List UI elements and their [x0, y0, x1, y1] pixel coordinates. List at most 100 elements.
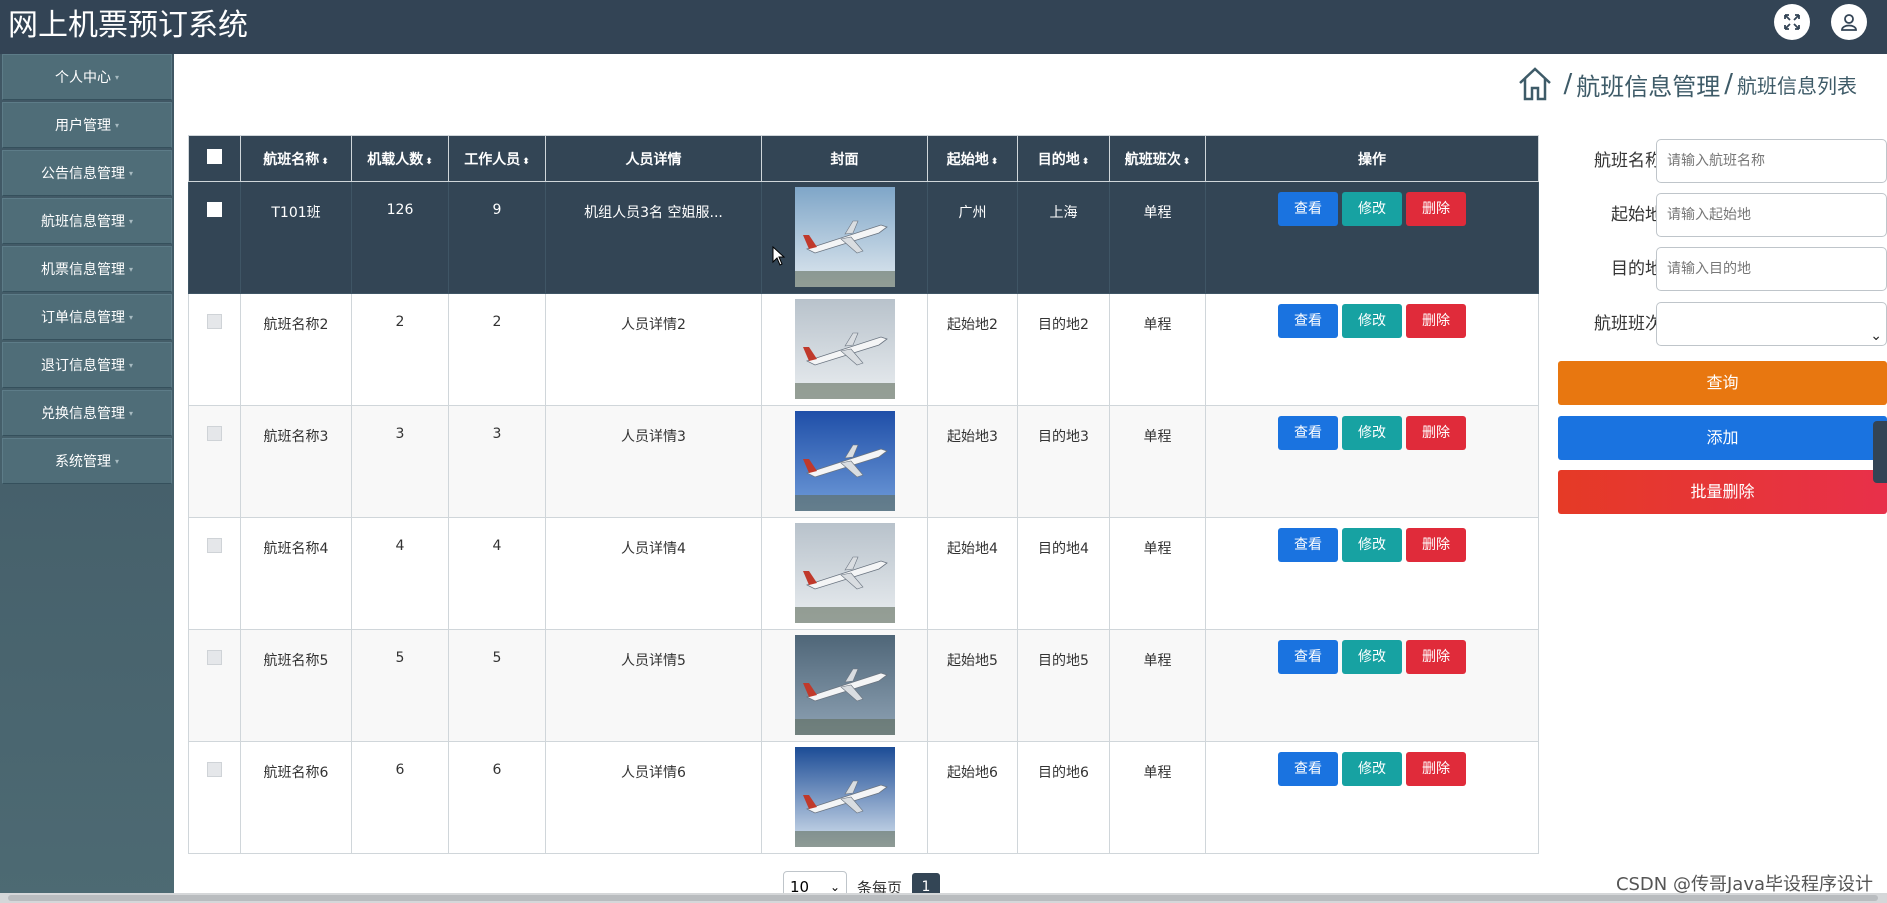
row-checkbox[interactable] [207, 650, 222, 665]
trip-cell: 单程 [1109, 293, 1206, 406]
breadcrumb-section[interactable]: 航班信息管理 [1576, 67, 1720, 102]
sidebar-item-notices[interactable]: 公告信息管理 ▾ [2, 150, 172, 196]
delete-button[interactable]: 删除 [1406, 752, 1466, 786]
edit-button[interactable]: 修改 [1342, 192, 1402, 226]
edit-button[interactable]: 修改 [1342, 304, 1402, 338]
horizontal-scrollbar[interactable] [0, 893, 1887, 903]
sidebar-item-refunds[interactable]: 退订信息管理 ▾ [2, 342, 172, 388]
origin-input[interactable]: 请输入起始地 [1656, 193, 1887, 237]
add-button[interactable]: 添加 [1558, 416, 1887, 460]
sidebar-item-orders[interactable]: 订单信息管理 ▾ [2, 294, 172, 340]
table-row[interactable]: 航班名称3 3 3 人员详情3 起始地3 目的地3 单程 查看 修改 删除 [188, 405, 1539, 518]
destination-label: 目的地 [1611, 259, 1662, 279]
destination-cell: 目的地4 [1017, 517, 1110, 630]
breadcrumb: / 航班信息管理 / 航班信息列表 [1517, 66, 1857, 102]
row-select-cell [188, 741, 241, 854]
row-checkbox[interactable] [207, 314, 222, 329]
view-button[interactable]: 查看 [1278, 640, 1338, 674]
view-button[interactable]: 查看 [1278, 192, 1338, 226]
staff-cell: 5 [448, 629, 546, 742]
detail-cell: 人员详情6 [545, 741, 762, 854]
capacity-cell: 6 [351, 741, 449, 854]
fullscreen-button[interactable] [1774, 4, 1810, 40]
home-icon[interactable] [1517, 66, 1553, 102]
origin-cell: 起始地5 [927, 629, 1018, 742]
chevron-down-icon: ▾ [128, 360, 133, 370]
destination-cell: 目的地6 [1017, 741, 1110, 854]
sidebar-item-label: 公告信息管理 [40, 166, 125, 182]
breadcrumb-current-page: 航班信息列表 [1737, 73, 1857, 98]
column-header-origin[interactable]: 起始地 ⬍ [927, 135, 1018, 182]
delete-button[interactable]: 删除 [1406, 640, 1466, 674]
row-select-cell [188, 181, 241, 294]
flight-name-input[interactable]: 请输入航班名称 [1656, 139, 1887, 183]
row-checkbox[interactable] [207, 538, 222, 553]
plane-image[interactable] [794, 299, 895, 399]
table-row[interactable]: T101班 126 9 机组人员3名 空姐服... 广州 上海 单程 查看 修改 删除 [188, 181, 1539, 294]
column-header-flight-name[interactable]: 航班名称 ⬍ [240, 135, 352, 182]
row-checkbox[interactable] [207, 762, 222, 777]
view-button[interactable]: 查看 [1278, 752, 1338, 786]
sidebar: 个人中心 ▾ 用户管理 ▾ 公告信息管理 ▾ 航班信息管理 ▾ 机票信息管理 ▾ 订单信息… [0, 54, 174, 903]
sidebar-item-personal-center[interactable]: 个人中心 ▾ [2, 54, 172, 100]
flight-table: 航班名称 ⬍ 机载人数 ⬍ 工作人员 ⬍ 人员详情 封面 起始地 ⬍ 目的地 ⬍ 航班班次… [188, 135, 1539, 854]
user-button[interactable] [1831, 4, 1867, 40]
delete-button[interactable]: 删除 [1406, 416, 1466, 450]
table-row[interactable]: 航班名称2 2 2 人员详情2 起始地2 目的地2 单程 查看 修改 删除 [188, 293, 1539, 406]
sidebar-item-label: 兑换信息管理 [40, 406, 125, 422]
plane-image[interactable] [794, 523, 895, 623]
actions-cell: 查看 修改 删除 [1205, 517, 1539, 630]
trip-select[interactable]: ⌄ [1656, 302, 1887, 346]
column-header-cover: 封面 [761, 135, 928, 182]
delete-button[interactable]: 删除 [1406, 304, 1466, 338]
plane-image[interactable] [794, 747, 895, 847]
row-checkbox[interactable] [207, 426, 222, 441]
actions-cell: 查看 修改 删除 [1205, 405, 1539, 518]
sidebar-item-exchanges[interactable]: 兑换信息管理 ▾ [2, 390, 172, 436]
sidebar-item-tickets[interactable]: 机票信息管理 ▾ [2, 246, 172, 292]
plane-image[interactable] [794, 411, 895, 511]
column-header-trip[interactable]: 航班班次 ⬍ [1109, 135, 1206, 182]
destination-cell: 目的地2 [1017, 293, 1110, 406]
sidebar-item-system[interactable]: 系统管理 ▾ [2, 438, 172, 484]
mouse-cursor-icon [772, 246, 786, 266]
column-header-staff[interactable]: 工作人员 ⬍ [448, 135, 546, 182]
side-drawer-tab[interactable] [1873, 421, 1887, 483]
detail-cell: 人员详情5 [545, 629, 762, 742]
edit-button[interactable]: 修改 [1342, 640, 1402, 674]
table-row[interactable]: 航班名称4 4 4 人员详情4 起始地4 目的地4 单程 查看 修改 删除 [188, 517, 1539, 630]
flight-name-cell: 航班名称3 [240, 405, 352, 518]
cover-cell [761, 293, 928, 406]
chevron-down-icon: ▾ [128, 408, 133, 418]
origin-label: 起始地 [1611, 205, 1662, 225]
sidebar-item-flights[interactable]: 航班信息管理 ▾ [2, 198, 172, 244]
row-select-cell [188, 405, 241, 518]
table-row[interactable]: 航班名称6 6 6 人员详情6 起始地6 目的地6 单程 查看 修改 删除 [188, 741, 1539, 854]
view-button[interactable]: 查看 [1278, 528, 1338, 562]
delete-button[interactable]: 删除 [1406, 192, 1466, 226]
query-button[interactable]: 查询 [1558, 361, 1887, 405]
delete-button[interactable]: 删除 [1406, 528, 1466, 562]
capacity-cell: 126 [351, 181, 449, 294]
plane-image[interactable] [794, 187, 895, 287]
destination-input[interactable]: 请输入目的地 [1656, 247, 1887, 291]
column-header-detail: 人员详情 [545, 135, 762, 182]
scrollbar-thumb[interactable] [8, 895, 1878, 901]
sidebar-item-users[interactable]: 用户管理 ▾ [2, 102, 172, 148]
select-all-checkbox[interactable] [207, 149, 222, 164]
plane-image[interactable] [794, 635, 895, 735]
edit-button[interactable]: 修改 [1342, 416, 1402, 450]
table-row[interactable]: 航班名称5 5 5 人员详情5 起始地5 目的地5 单程 查看 修改 删除 [188, 629, 1539, 742]
row-checkbox[interactable] [207, 202, 222, 217]
batch-delete-button[interactable]: 批量删除 [1558, 470, 1887, 514]
column-header-destination[interactable]: 目的地 ⬍ [1017, 135, 1110, 182]
edit-button[interactable]: 修改 [1342, 528, 1402, 562]
origin-cell: 起始地2 [927, 293, 1018, 406]
user-icon [1841, 14, 1857, 31]
edit-button[interactable]: 修改 [1342, 752, 1402, 786]
view-button[interactable]: 查看 [1278, 416, 1338, 450]
view-button[interactable]: 查看 [1278, 304, 1338, 338]
capacity-cell: 5 [351, 629, 449, 742]
column-header-capacity[interactable]: 机载人数 ⬍ [351, 135, 449, 182]
select-all-cell [188, 135, 241, 182]
